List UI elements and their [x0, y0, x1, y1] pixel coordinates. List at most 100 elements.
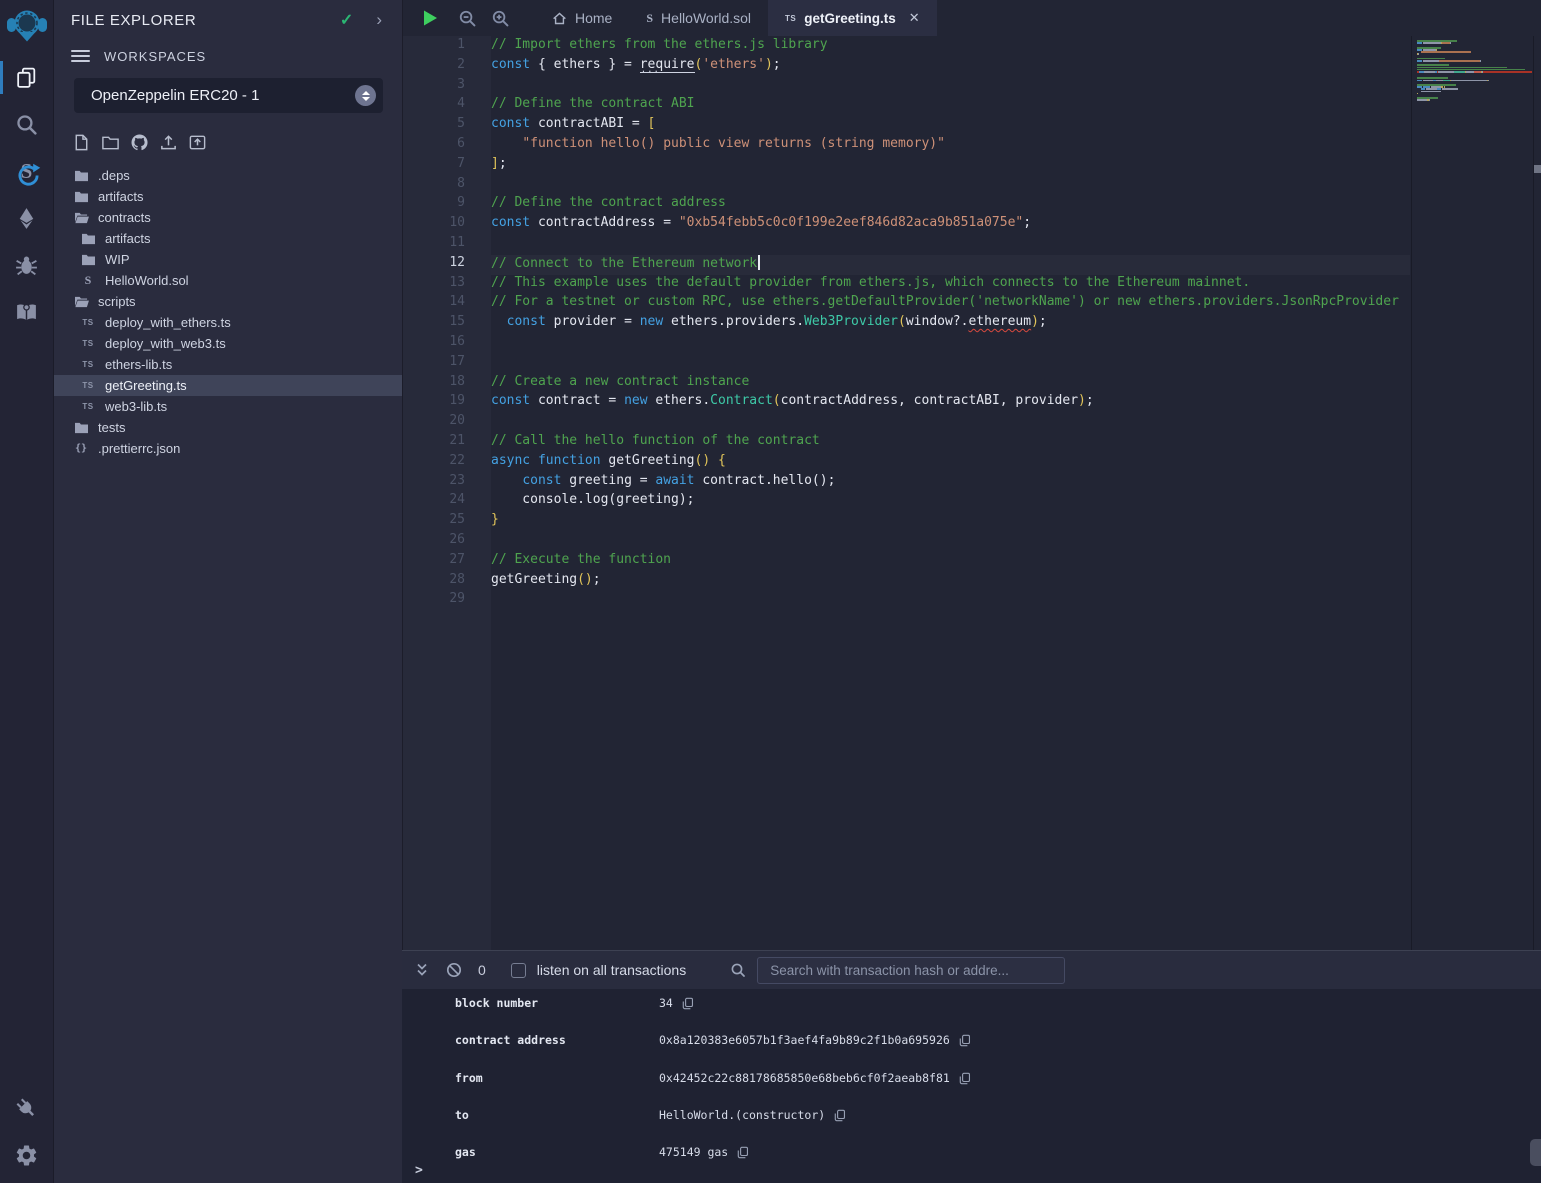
code-line[interactable]: // Import ethers from the ethers.js libr… [491, 37, 1410, 57]
line-number[interactable]: 10 [403, 215, 491, 235]
code-line[interactable] [491, 354, 1410, 374]
copy-icon[interactable] [959, 1034, 971, 1047]
line-number[interactable]: 11 [403, 235, 491, 255]
code-line[interactable]: // Connect to the Ethereum network [491, 255, 1410, 275]
tree-item-getGreeting.ts[interactable]: TSgetGreeting.ts [54, 375, 402, 396]
code-line[interactable] [491, 413, 1410, 433]
line-number[interactable]: 27 [403, 552, 491, 572]
copy-icon[interactable] [737, 1146, 749, 1159]
tree-item-ethers-lib.ts[interactable]: TSethers-lib.ts [54, 354, 402, 375]
zoom-in-button[interactable] [491, 9, 510, 28]
sidebar-item-file-explorer[interactable] [0, 54, 53, 101]
line-number[interactable]: 13 [403, 275, 491, 295]
tree-item-web3-lib.ts[interactable]: TSweb3-lib.ts [54, 396, 402, 417]
line-number[interactable]: 18 [403, 374, 491, 394]
minimap[interactable] [1417, 40, 1532, 103]
line-number[interactable]: 3 [403, 77, 491, 97]
code-line[interactable] [491, 176, 1410, 196]
line-number[interactable]: 20 [403, 413, 491, 433]
new-file-button[interactable] [71, 132, 92, 153]
tree-item-scripts[interactable]: scripts [54, 291, 402, 312]
copy-icon[interactable] [682, 997, 694, 1010]
line-number[interactable]: 17 [403, 354, 491, 374]
sidebar-item-settings[interactable] [0, 1132, 53, 1179]
terminal-scrollbar-thumb[interactable] [1530, 1139, 1541, 1166]
tab-HelloWorld.sol[interactable]: SHelloWorld.sol [629, 0, 768, 36]
code-line[interactable]: // Call the hello function of the contra… [491, 433, 1410, 453]
line-number[interactable]: 4 [403, 96, 491, 116]
scrollbar-thumb[interactable] [1534, 165, 1541, 173]
tree-item-deploy_with_web3.ts[interactable]: TSdeploy_with_web3.ts [54, 333, 402, 354]
code-line[interactable]: const greeting = await contract.hello(); [491, 473, 1410, 493]
terminal-search-input[interactable] [757, 957, 1065, 984]
code-line[interactable]: // This example uses the default provide… [491, 275, 1410, 295]
tree-item-tests[interactable]: tests [54, 417, 402, 438]
clear-console-button[interactable] [446, 962, 462, 978]
line-number[interactable]: 22 [403, 453, 491, 473]
line-number[interactable]: 16 [403, 334, 491, 354]
code-line[interactable]: const provider = new ethers.providers.We… [491, 314, 1410, 334]
tree-item-artifacts[interactable]: artifacts [54, 186, 402, 207]
code-line[interactable]: async function getGreeting() { [491, 453, 1410, 473]
line-number[interactable]: 7 [403, 156, 491, 176]
code-line[interactable]: const contract = new ethers.Contract(con… [491, 393, 1410, 413]
tree-item-artifacts[interactable]: artifacts [54, 228, 402, 249]
new-folder-button[interactable] [100, 132, 121, 153]
line-number[interactable]: 15 [403, 314, 491, 334]
tree-item-deploy_with_ethers.ts[interactable]: TSdeploy_with_ethers.ts [54, 312, 402, 333]
line-number[interactable]: 9 [403, 195, 491, 215]
line-number[interactable]: 19 [403, 393, 491, 413]
line-number[interactable]: 24 [403, 492, 491, 512]
close-tab-icon[interactable]: ✕ [909, 10, 920, 26]
tree-item-.prettierrc.json[interactable]: {}.prettierrc.json [54, 438, 402, 459]
run-script-button[interactable] [421, 9, 439, 27]
code-line[interactable] [491, 77, 1410, 97]
code-line[interactable]: // Define the contract address [491, 195, 1410, 215]
code-line[interactable]: // Create a new contract instance [491, 374, 1410, 394]
copy-icon[interactable] [834, 1109, 846, 1122]
line-number[interactable]: 23 [403, 473, 491, 493]
zoom-out-button[interactable] [458, 9, 477, 28]
editor-scrollbar[interactable] [1533, 36, 1541, 950]
tree-item-WIP[interactable]: WIP [54, 249, 402, 270]
upload-file-button[interactable] [158, 132, 179, 153]
code-line[interactable]: getGreeting(); [491, 572, 1410, 592]
line-number[interactable]: 8 [403, 176, 491, 196]
code-line[interactable] [491, 235, 1410, 255]
check-icon[interactable]: ✓ [340, 10, 353, 30]
code-line[interactable]: ]; [491, 156, 1410, 176]
load-folder-button[interactable] [187, 132, 208, 153]
code-line[interactable] [491, 334, 1410, 354]
code-line[interactable]: const contractAddress = "0xb54febb5c0c0f… [491, 215, 1410, 235]
code-line[interactable]: "function hello() public view returns (s… [491, 136, 1410, 156]
code-line[interactable] [491, 532, 1410, 552]
clone-github-button[interactable] [129, 132, 150, 153]
code-line[interactable]: // Execute the function [491, 552, 1410, 572]
tab-getGreeting.ts[interactable]: TSgetGreeting.ts✕ [768, 0, 937, 36]
code-editor[interactable]: // Import ethers from the ethers.js libr… [491, 36, 1410, 950]
tab-Home[interactable]: Home [535, 0, 629, 36]
workspace-select[interactable]: OpenZeppelin ERC20 - 1 [74, 78, 383, 113]
terminal-output[interactable]: block number34contract address0x8a120383… [402, 989, 1541, 1183]
remix-logo[interactable] [0, 0, 53, 54]
chevron-right-icon[interactable]: › [376, 10, 382, 30]
code-line[interactable]: // For a testnet or custom RPC, use ethe… [491, 294, 1410, 314]
copy-icon[interactable] [959, 1072, 971, 1085]
sidebar-item-deploy-and-run[interactable] [0, 195, 53, 242]
sidebar-item-solidity-compiler[interactable]: S [0, 148, 53, 195]
code-line[interactable]: console.log(greeting); [491, 492, 1410, 512]
line-number[interactable]: 21 [403, 433, 491, 453]
tree-item-.deps[interactable]: .deps [54, 165, 402, 186]
sidebar-item-search[interactable] [0, 101, 53, 148]
line-number[interactable]: 1 [403, 37, 491, 57]
code-line[interactable] [491, 591, 1410, 611]
line-number[interactable]: 29 [403, 591, 491, 611]
code-line[interactable]: const contractABI = [ [491, 116, 1410, 136]
sidebar-item-learneth[interactable] [0, 289, 53, 336]
line-number[interactable]: 28 [403, 572, 491, 592]
line-number[interactable]: 12 [403, 255, 491, 275]
tree-item-HelloWorld.sol[interactable]: SHelloWorld.sol [54, 270, 402, 291]
code-line[interactable]: } [491, 512, 1410, 532]
sidebar-item-plugin-manager[interactable] [0, 1085, 53, 1132]
line-number[interactable]: 2 [403, 57, 491, 77]
